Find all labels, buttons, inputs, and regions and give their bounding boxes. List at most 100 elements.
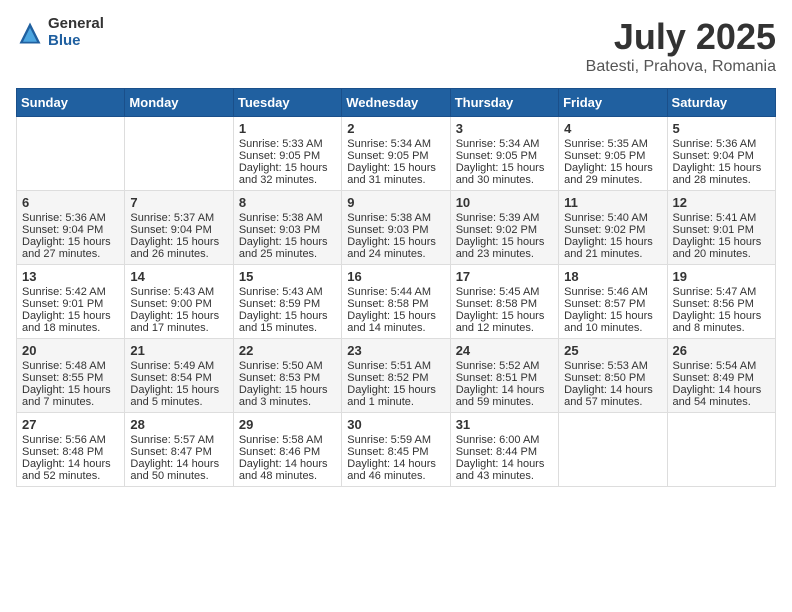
- sunrise-text: Sunrise: 5:58 AM: [239, 434, 323, 446]
- calendar-week-row: 6 Sunrise: 5:36 AM Sunset: 9:04 PM Dayli…: [17, 191, 776, 265]
- day-number: 2: [347, 121, 444, 136]
- header-saturday: Saturday: [667, 89, 775, 117]
- sunrise-text: Sunrise: 5:54 AM: [673, 360, 757, 372]
- daylight-text: Daylight: 15 hours and 7 minutes.: [22, 384, 111, 408]
- daylight-text: Daylight: 15 hours and 21 minutes.: [564, 236, 653, 260]
- sunset-text: Sunset: 8:53 PM: [239, 372, 320, 384]
- sunrise-text: Sunrise: 5:52 AM: [456, 360, 540, 372]
- table-row: 27 Sunrise: 5:56 AM Sunset: 8:48 PM Dayl…: [17, 413, 125, 487]
- sunrise-text: Sunrise: 5:34 AM: [456, 138, 540, 150]
- table-row: 28 Sunrise: 5:57 AM Sunset: 8:47 PM Dayl…: [125, 413, 233, 487]
- daylight-text: Daylight: 15 hours and 12 minutes.: [456, 310, 545, 334]
- table-row: 29 Sunrise: 5:58 AM Sunset: 8:46 PM Dayl…: [233, 413, 341, 487]
- day-number: 31: [456, 417, 553, 432]
- sunrise-text: Sunrise: 5:49 AM: [130, 360, 214, 372]
- logo-text: General Blue: [48, 16, 104, 49]
- day-number: 27: [22, 417, 119, 432]
- table-row: 6 Sunrise: 5:36 AM Sunset: 9:04 PM Dayli…: [17, 191, 125, 265]
- daylight-text: Daylight: 14 hours and 52 minutes.: [22, 458, 111, 482]
- day-number: 28: [130, 417, 227, 432]
- daylight-text: Daylight: 15 hours and 5 minutes.: [130, 384, 219, 408]
- daylight-text: Daylight: 14 hours and 50 minutes.: [130, 458, 219, 482]
- daylight-text: Daylight: 14 hours and 46 minutes.: [347, 458, 436, 482]
- sunset-text: Sunset: 8:50 PM: [564, 372, 645, 384]
- sunrise-text: Sunrise: 5:36 AM: [22, 212, 106, 224]
- daylight-text: Daylight: 15 hours and 15 minutes.: [239, 310, 328, 334]
- sunrise-text: Sunrise: 5:48 AM: [22, 360, 106, 372]
- sunset-text: Sunset: 8:52 PM: [347, 372, 428, 384]
- day-number: 24: [456, 343, 553, 358]
- day-number: 14: [130, 269, 227, 284]
- table-row: 18 Sunrise: 5:46 AM Sunset: 8:57 PM Dayl…: [559, 265, 667, 339]
- sunset-text: Sunset: 8:58 PM: [456, 298, 537, 310]
- sunset-text: Sunset: 9:01 PM: [22, 298, 103, 310]
- daylight-text: Daylight: 15 hours and 1 minute.: [347, 384, 436, 408]
- sunrise-text: Sunrise: 5:35 AM: [564, 138, 648, 150]
- day-number: 6: [22, 195, 119, 210]
- sunset-text: Sunset: 9:01 PM: [673, 224, 754, 236]
- day-number: 11: [564, 195, 661, 210]
- sunrise-text: Sunrise: 5:53 AM: [564, 360, 648, 372]
- sunset-text: Sunset: 9:02 PM: [564, 224, 645, 236]
- daylight-text: Daylight: 15 hours and 8 minutes.: [673, 310, 762, 334]
- sunset-text: Sunset: 8:49 PM: [673, 372, 754, 384]
- sunset-text: Sunset: 8:46 PM: [239, 446, 320, 458]
- sunset-text: Sunset: 8:59 PM: [239, 298, 320, 310]
- daylight-text: Daylight: 15 hours and 17 minutes.: [130, 310, 219, 334]
- table-row: 8 Sunrise: 5:38 AM Sunset: 9:03 PM Dayli…: [233, 191, 341, 265]
- table-row: 26 Sunrise: 5:54 AM Sunset: 8:49 PM Dayl…: [667, 339, 775, 413]
- table-row: [125, 117, 233, 191]
- sunrise-text: Sunrise: 5:43 AM: [239, 286, 323, 298]
- day-number: 13: [22, 269, 119, 284]
- header-friday: Friday: [559, 89, 667, 117]
- day-number: 23: [347, 343, 444, 358]
- sunset-text: Sunset: 9:03 PM: [347, 224, 428, 236]
- sunset-text: Sunset: 9:00 PM: [130, 298, 211, 310]
- table-row: 30 Sunrise: 5:59 AM Sunset: 8:45 PM Dayl…: [342, 413, 450, 487]
- sunset-text: Sunset: 8:44 PM: [456, 446, 537, 458]
- sunset-text: Sunset: 8:56 PM: [673, 298, 754, 310]
- daylight-text: Daylight: 14 hours and 54 minutes.: [673, 384, 762, 408]
- daylight-text: Daylight: 14 hours and 48 minutes.: [239, 458, 328, 482]
- day-number: 7: [130, 195, 227, 210]
- calendar-week-row: 20 Sunrise: 5:48 AM Sunset: 8:55 PM Dayl…: [17, 339, 776, 413]
- sunrise-text: Sunrise: 5:45 AM: [456, 286, 540, 298]
- table-row: 24 Sunrise: 5:52 AM Sunset: 8:51 PM Dayl…: [450, 339, 558, 413]
- sunrise-text: Sunrise: 5:43 AM: [130, 286, 214, 298]
- daylight-text: Daylight: 15 hours and 24 minutes.: [347, 236, 436, 260]
- logo-general: General: [48, 16, 104, 33]
- sunset-text: Sunset: 8:47 PM: [130, 446, 211, 458]
- table-row: 9 Sunrise: 5:38 AM Sunset: 9:03 PM Dayli…: [342, 191, 450, 265]
- sunset-text: Sunset: 8:58 PM: [347, 298, 428, 310]
- table-row: 13 Sunrise: 5:42 AM Sunset: 9:01 PM Dayl…: [17, 265, 125, 339]
- day-number: 16: [347, 269, 444, 284]
- sunrise-text: Sunrise: 5:59 AM: [347, 434, 431, 446]
- day-number: 15: [239, 269, 336, 284]
- sunset-text: Sunset: 9:05 PM: [564, 150, 645, 162]
- header-thursday: Thursday: [450, 89, 558, 117]
- daylight-text: Daylight: 15 hours and 3 minutes.: [239, 384, 328, 408]
- sunrise-text: Sunrise: 5:37 AM: [130, 212, 214, 224]
- calendar-title: July 2025: [586, 16, 776, 58]
- daylight-text: Daylight: 14 hours and 59 minutes.: [456, 384, 545, 408]
- calendar-header-row: Sunday Monday Tuesday Wednesday Thursday…: [17, 89, 776, 117]
- sunrise-text: Sunrise: 5:36 AM: [673, 138, 757, 150]
- daylight-text: Daylight: 15 hours and 23 minutes.: [456, 236, 545, 260]
- daylight-text: Daylight: 15 hours and 32 minutes.: [239, 162, 328, 186]
- daylight-text: Daylight: 14 hours and 57 minutes.: [564, 384, 653, 408]
- day-number: 17: [456, 269, 553, 284]
- sunrise-text: Sunrise: 5:51 AM: [347, 360, 431, 372]
- day-number: 19: [673, 269, 770, 284]
- sunset-text: Sunset: 9:04 PM: [673, 150, 754, 162]
- day-number: 18: [564, 269, 661, 284]
- day-number: 5: [673, 121, 770, 136]
- table-row: 19 Sunrise: 5:47 AM Sunset: 8:56 PM Dayl…: [667, 265, 775, 339]
- day-number: 3: [456, 121, 553, 136]
- daylight-text: Daylight: 15 hours and 29 minutes.: [564, 162, 653, 186]
- daylight-text: Daylight: 15 hours and 25 minutes.: [239, 236, 328, 260]
- sunrise-text: Sunrise: 5:57 AM: [130, 434, 214, 446]
- header-sunday: Sunday: [17, 89, 125, 117]
- calendar-table: Sunday Monday Tuesday Wednesday Thursday…: [16, 88, 776, 487]
- sunrise-text: Sunrise: 5:38 AM: [347, 212, 431, 224]
- day-number: 4: [564, 121, 661, 136]
